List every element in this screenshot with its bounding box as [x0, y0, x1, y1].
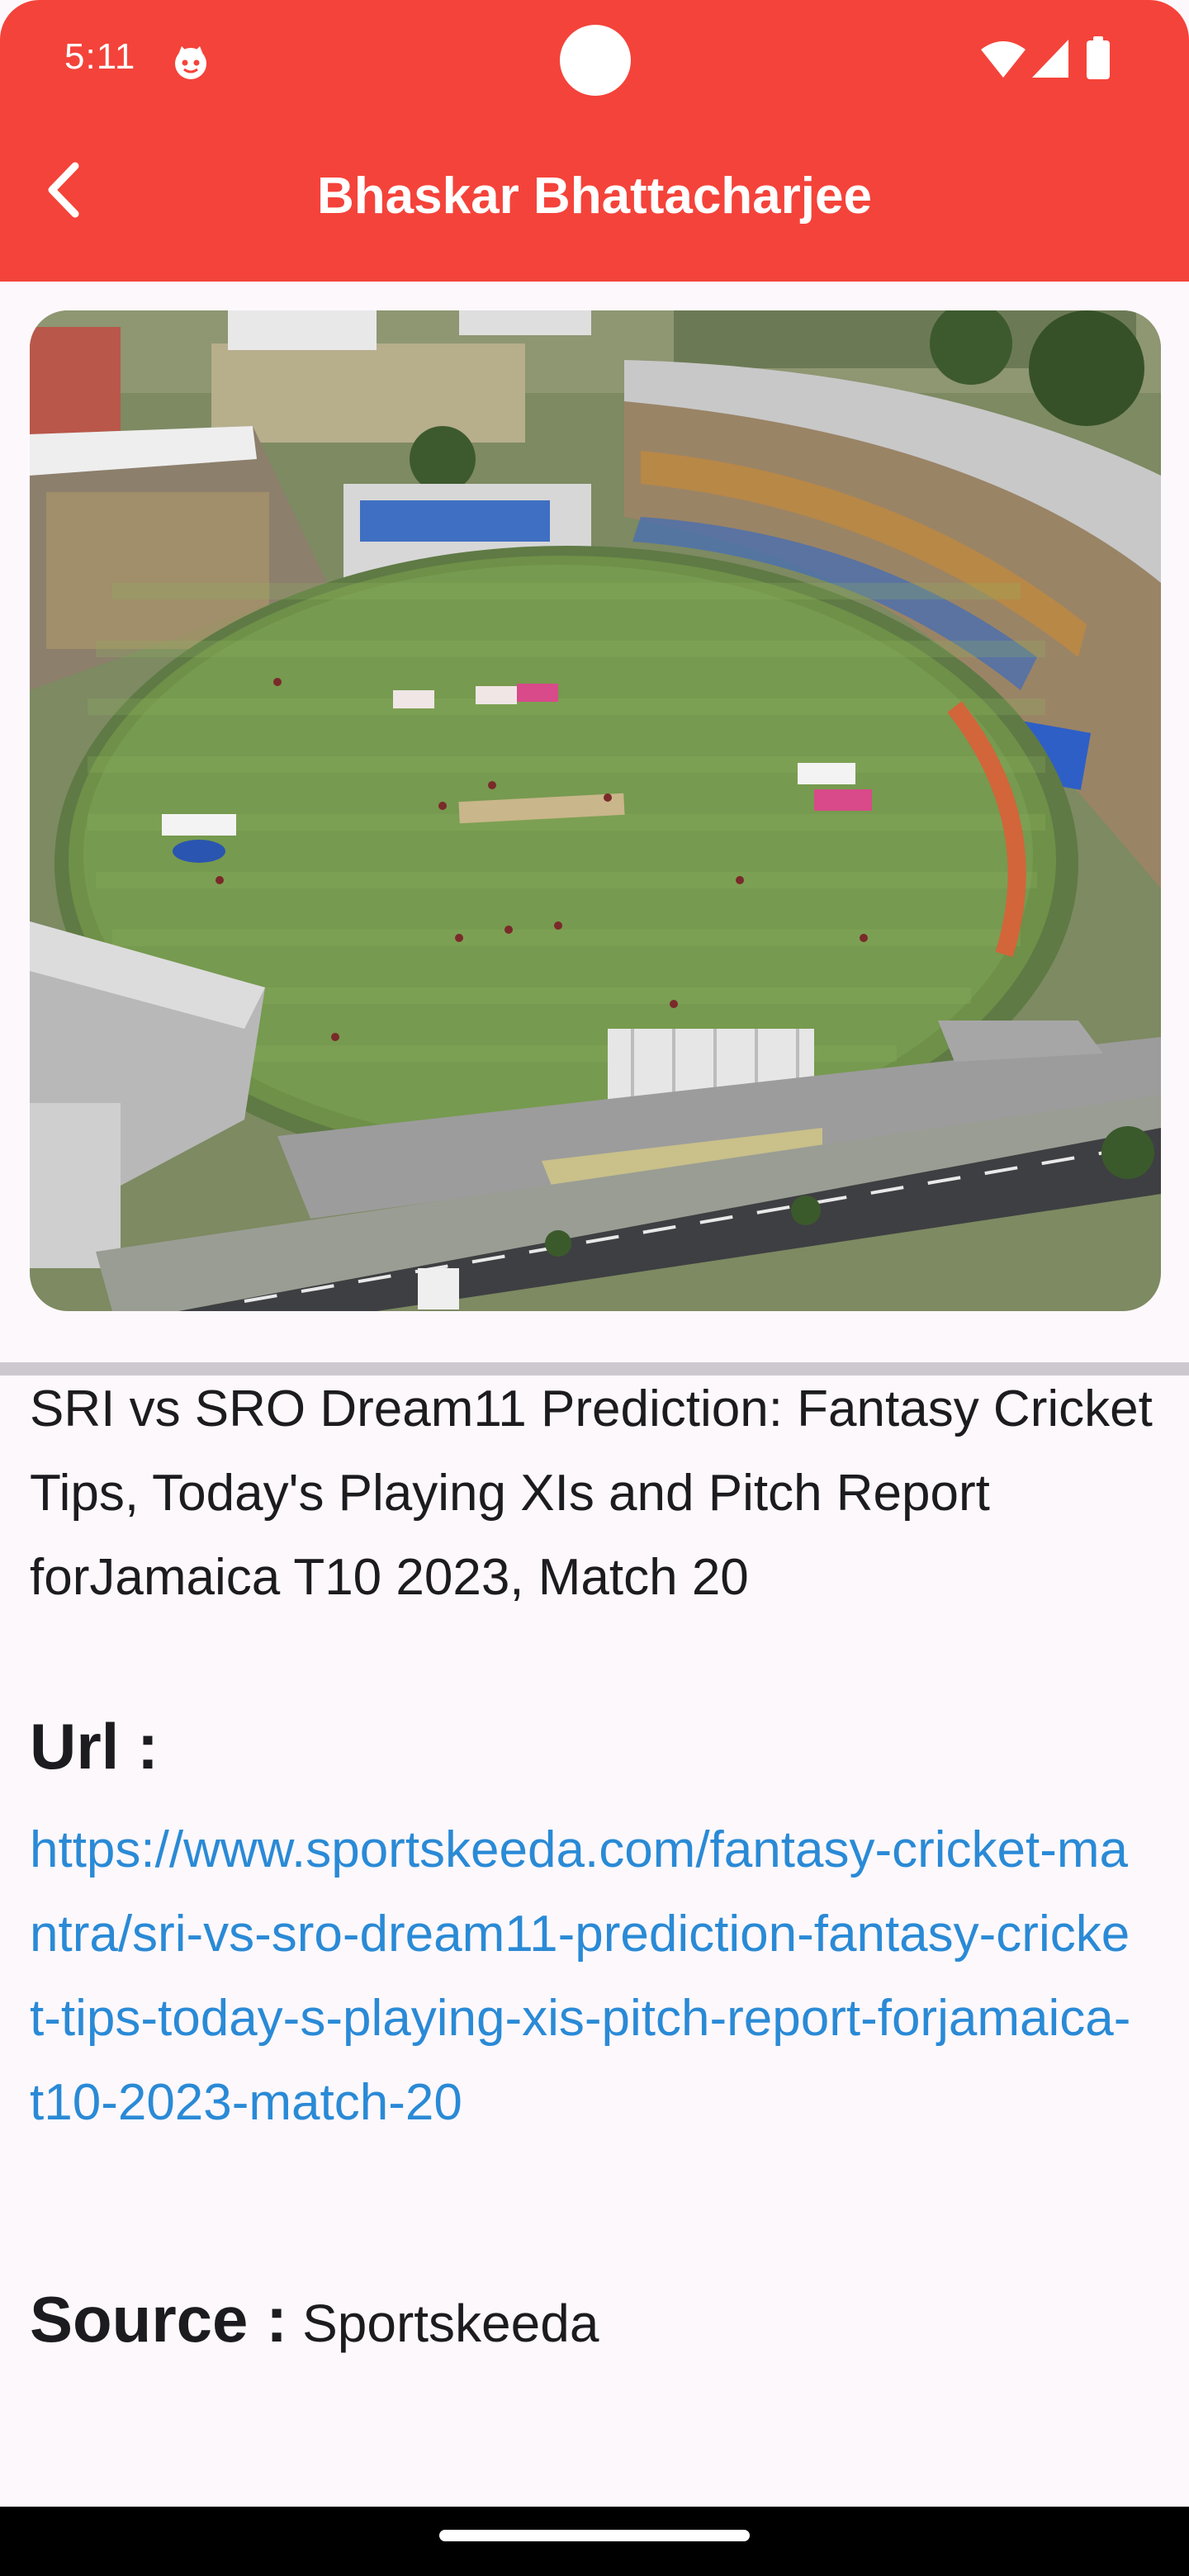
notification-face-icon: [175, 46, 206, 79]
source-row: Source : Sportskeeda: [30, 2282, 599, 2357]
url-label: Url :: [30, 1710, 159, 1783]
navigation-bar: [0, 2507, 1189, 2576]
home-gesture-handle[interactable]: [439, 2530, 750, 2541]
article-url-link[interactable]: https://www.sportskeeda.com/fantasy-cric…: [30, 1808, 1136, 2145]
status-bar: 5:11: [0, 0, 1189, 124]
app-bar: Bhaskar Bhattacharjee: [0, 124, 1189, 282]
page-title: Bhaskar Bhattacharjee: [317, 168, 872, 225]
source-label: Source :: [30, 2283, 288, 2356]
article-content: SRI vs SRO Dream11 Prediction: Fantasy C…: [0, 1376, 1189, 2502]
divider: [0, 1362, 1189, 1376]
cricket-stadium-image: [30, 310, 1161, 1311]
battery-icon: [1087, 36, 1110, 79]
camera-cutout: [560, 25, 631, 96]
app-header: 5:11 Bhaskar Bhattacharjee: [0, 0, 1189, 282]
status-time: 5:11: [64, 36, 136, 77]
signal-icon: [1032, 40, 1068, 78]
wifi-icon: [981, 41, 1026, 78]
article-title: SRI vs SRO Dream11 Prediction: Fantasy C…: [30, 1380, 1153, 1606]
source-value: Sportskeeda: [302, 2294, 599, 2353]
